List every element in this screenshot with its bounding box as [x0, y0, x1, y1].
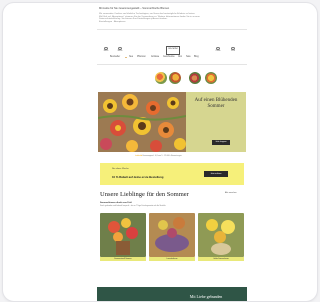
nav-item-neu[interactable]: Neu [129, 56, 133, 58]
hero-panel: Auf einen Blühenden Sommer Jetzt shoppen [186, 92, 246, 152]
banner-line-1: Mit Liebe für Sie zusammengestellt – Som… [99, 7, 170, 10]
yellow-bouquet-icon [198, 213, 244, 257]
promo-banner: Nur diese Woche 10 % Rabatt auf deine er… [100, 163, 244, 185]
menu-label: Menü [103, 50, 109, 53]
promo-kicker: Nur diese Woche [112, 168, 129, 170]
lavender-box-icon [149, 213, 195, 257]
nav-item-abo[interactable]: Abo [178, 56, 182, 58]
category-image-3[interactable] [189, 72, 201, 84]
category-image-4[interactable] [205, 72, 217, 84]
email-page: Mit Liebe für Sie zusammengestellt – Som… [97, 5, 247, 301]
preview-card: Mit Liebe für Sie zusammengestellt – Som… [2, 2, 318, 302]
promo-headline: 10 % Rabatt auf deine erste Bestellung [112, 175, 164, 179]
trust-row: ★★★★★ Hervorragend · 4,8 von 5 · 12.000+… [135, 155, 182, 157]
nav-item-anlaesse[interactable]: Anlässe [151, 56, 159, 58]
rating-text: Hervorragend · 4,8 von 5 · 12.000+ Bewer… [142, 155, 182, 157]
product-image-1[interactable] [100, 213, 146, 257]
divider [97, 64, 247, 65]
nav-item-sale[interactable]: Sale [186, 56, 191, 58]
search-label: Suche [117, 50, 123, 53]
banner-line-5[interactable]: Einstellungen · Akzeptieren [99, 21, 126, 23]
account-icon[interactable]: Konto [215, 47, 221, 53]
sunflower-bouquet-icon [98, 92, 186, 152]
hero-title: Auf einen Blühenden Sommer [194, 98, 238, 109]
rating-stars: ★★★★★ [135, 155, 143, 157]
hero-button[interactable]: Jetzt shoppen [212, 140, 230, 145]
menu-icon[interactable]: Menü [103, 47, 109, 53]
nav-dot [125, 56, 127, 58]
hero-image [98, 92, 186, 152]
section-subtitle: Sommerblumen direkt vom Feld [100, 202, 132, 204]
product-image-2[interactable] [149, 213, 195, 257]
section-title: Unsere Lieblinge für den Sommer [100, 191, 189, 198]
divider [97, 29, 247, 30]
footer-banner: Mit Liebe gebunden [97, 287, 247, 301]
account-label: Konto [215, 50, 221, 53]
product-image-3[interactable] [198, 213, 244, 257]
product-label-2[interactable]: Lavendeltraum [149, 257, 195, 261]
nav-item-bestseller[interactable]: Bestseller [110, 56, 120, 58]
red-bouquet-icon [100, 213, 146, 257]
search-icon[interactable]: Suche [117, 47, 123, 53]
footer-text: Mit Liebe gebunden [189, 294, 223, 299]
nav-item-geschenke[interactable]: Geschenke [163, 56, 175, 58]
nav-item-blog[interactable]: Blog [194, 56, 199, 58]
section-link[interactable]: Alle ansehen [225, 192, 237, 194]
nav-item-pflanzen[interactable]: Pflanzen [137, 56, 146, 58]
cart-label: Korb [231, 50, 235, 53]
section-description: Frisch gebunden und liebevoll verpackt –… [100, 205, 167, 207]
product-label-3[interactable]: Gelbe Sommerlaune [198, 257, 244, 261]
category-image-2[interactable] [169, 72, 181, 84]
product-label-1[interactable]: Sonnenstrauß Sommer [100, 257, 146, 261]
promo-button[interactable]: Jetzt einlösen [204, 171, 228, 177]
brand-logo[interactable]: BLOOM [166, 46, 180, 55]
category-image-1[interactable] [155, 72, 167, 84]
hero-banner[interactable]: Auf einen Blühenden Sommer Jetzt shoppen [98, 92, 246, 152]
cart-icon[interactable]: Korb [230, 47, 236, 53]
